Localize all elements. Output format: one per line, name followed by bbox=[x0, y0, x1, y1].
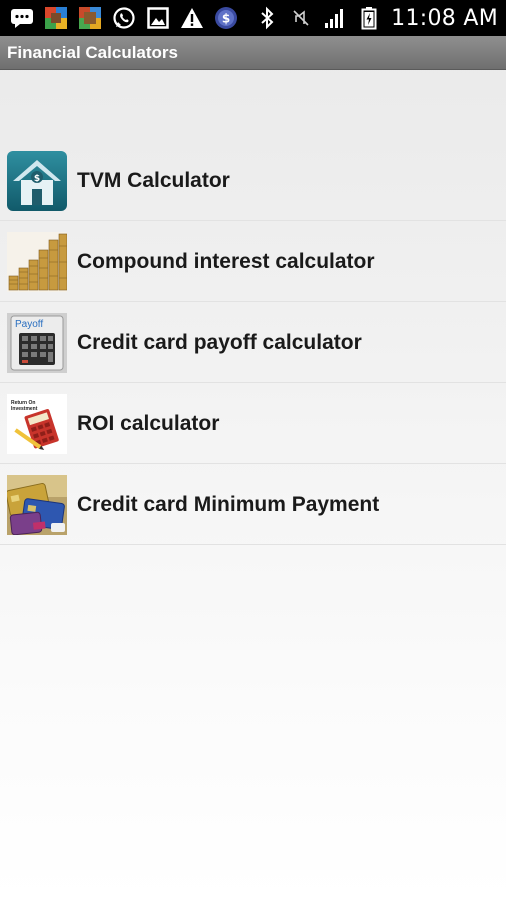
item-label: Credit card Minimum Payment bbox=[77, 493, 380, 516]
list-item-compound-interest-calculator[interactable]: Compound interest calculator bbox=[0, 221, 506, 302]
bluetooth-icon bbox=[255, 6, 279, 30]
house-dollar-icon: $ bbox=[7, 151, 67, 211]
payoff-calculator-icon: Payoff bbox=[7, 313, 67, 373]
currency-icon: $ bbox=[214, 6, 238, 30]
svg-text:Investment: Investment bbox=[11, 406, 38, 412]
payoff-icon-text: Payoff bbox=[15, 319, 43, 330]
item-label: Compound interest calculator bbox=[77, 250, 375, 273]
notification-icons: $ bbox=[10, 4, 238, 32]
battery-icon bbox=[357, 6, 381, 30]
warning-icon bbox=[180, 6, 204, 30]
message-icon bbox=[10, 6, 34, 30]
signal-icon bbox=[323, 6, 347, 30]
svg-text:$: $ bbox=[222, 12, 230, 26]
photo-app-icon bbox=[78, 6, 102, 30]
item-label: Credit card payoff calculator bbox=[77, 331, 362, 354]
item-label: ROI calculator bbox=[77, 412, 220, 435]
roi-book-icon: Return On Investment bbox=[7, 394, 67, 454]
list-item-roi-calculator[interactable]: Return On Investment ROI calculator bbox=[0, 383, 506, 464]
clock: 11:08 AM bbox=[391, 5, 498, 31]
coin-stacks-icon bbox=[7, 232, 67, 292]
list-item-credit-card-payoff-calculator[interactable]: Payoff Credit card payoff calculator bbox=[0, 302, 506, 383]
page-title: Financial Calculators bbox=[7, 43, 178, 62]
status-bar: $ 11:08 AM bbox=[0, 0, 506, 36]
action-bar: Financial Calculators bbox=[0, 36, 506, 70]
image-icon bbox=[146, 6, 170, 30]
list-item-tvm-calculator[interactable]: $ TVM Calculator bbox=[0, 140, 506, 221]
svg-text:$: $ bbox=[34, 174, 40, 184]
calculator-list: $ TVM Calculator Compound interest calcu… bbox=[0, 140, 506, 545]
whatsapp-icon bbox=[112, 6, 136, 30]
system-icons: 11:08 AM bbox=[255, 0, 498, 36]
mute-icon bbox=[289, 6, 313, 30]
list-item-credit-card-minimum-payment[interactable]: Credit card Minimum Payment bbox=[0, 464, 506, 545]
credit-cards-icon bbox=[7, 475, 67, 535]
item-label: TVM Calculator bbox=[77, 169, 230, 192]
photo-app-icon bbox=[44, 6, 68, 30]
